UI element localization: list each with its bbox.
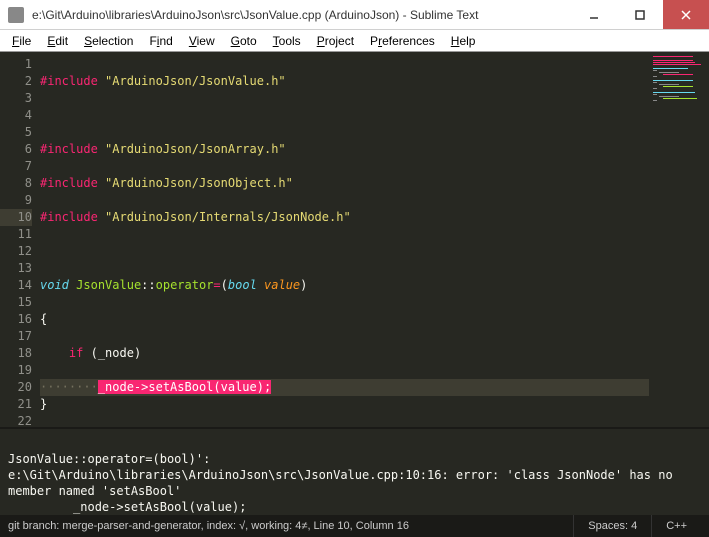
line-number-gutter: 1 2 3 4 5 6 7 8 9 10 11 12 13 14 15 16 1…: [0, 52, 40, 427]
titlebar: e:\Git\Arduino\libraries\ArduinoJson\src…: [0, 0, 709, 30]
maximize-button[interactable]: [617, 0, 663, 29]
menu-goto[interactable]: Goto: [223, 32, 265, 50]
menubar: File Edit Selection Find View Goto Tools…: [0, 30, 709, 52]
statusbar: git branch: merge-parser-and-generator, …: [0, 515, 709, 537]
minimize-button[interactable]: [571, 0, 617, 29]
editor[interactable]: 1 2 3 4 5 6 7 8 9 10 11 12 13 14 15 16 1…: [0, 52, 709, 427]
code-content[interactable]: #include "ArduinoJson/JsonValue.h" #incl…: [40, 52, 649, 427]
status-language[interactable]: C++: [651, 515, 701, 537]
menu-selection[interactable]: Selection: [76, 32, 141, 50]
window-title: e:\Git\Arduino\libraries\ArduinoJson\src…: [32, 8, 571, 22]
menu-view[interactable]: View: [181, 32, 223, 50]
menu-find[interactable]: Find: [141, 32, 180, 50]
close-button[interactable]: [663, 0, 709, 29]
whitespace-dots: ········: [40, 380, 98, 394]
menu-help[interactable]: Help: [443, 32, 484, 50]
menu-project[interactable]: Project: [309, 32, 362, 50]
minimap[interactable]: [649, 52, 709, 427]
highlighted-text: _node->setAsBool(value);: [98, 380, 271, 394]
status-left[interactable]: git branch: merge-parser-and-generator, …: [8, 520, 573, 532]
status-spaces[interactable]: Spaces: 4: [573, 515, 651, 537]
menu-preferences[interactable]: Preferences: [362, 32, 443, 50]
build-output[interactable]: JsonValue::operator=(bool)':e:\Git\Ardui…: [0, 427, 709, 515]
menu-tools[interactable]: Tools: [265, 32, 309, 50]
menu-edit[interactable]: Edit: [39, 32, 76, 50]
app-icon: [8, 7, 24, 23]
menu-file[interactable]: File: [4, 32, 39, 50]
window-controls: [571, 0, 709, 29]
